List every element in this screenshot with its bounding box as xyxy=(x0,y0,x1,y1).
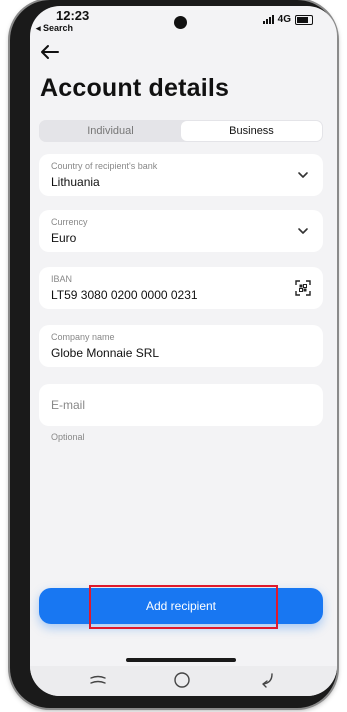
currency-value: Euro xyxy=(51,231,77,245)
back-to-search-link[interactable]: ◂ Search xyxy=(36,23,73,34)
email-placeholder: E-mail xyxy=(51,398,86,412)
tab-business[interactable]: Business xyxy=(181,121,322,141)
back-icon[interactable] xyxy=(258,671,278,689)
country-value: Lithuania xyxy=(51,175,100,189)
page-title: Account details xyxy=(40,74,230,102)
company-name-label: Company name xyxy=(51,332,115,342)
status-indicators: 4G xyxy=(262,14,313,25)
phone-frame: 12:23 ◂ Search 4G Account details Indivi… xyxy=(10,0,337,708)
currency-label: Currency xyxy=(51,217,88,227)
email-hint: Optional xyxy=(51,432,85,442)
home-indicator xyxy=(126,658,236,662)
system-nav-bar xyxy=(30,666,337,696)
status-time: 12:23 xyxy=(56,8,90,23)
network-type: 4G xyxy=(277,14,291,25)
company-name-value: Globe Monnaie SRL xyxy=(51,346,160,360)
home-icon[interactable] xyxy=(172,671,192,689)
signal-icon xyxy=(262,15,274,24)
highlight-box xyxy=(89,585,278,629)
chevron-down-icon xyxy=(298,228,308,234)
arrow-left-icon[interactable] xyxy=(40,44,60,60)
country-select[interactable]: Country of recipient's bank Lithuania xyxy=(39,154,323,196)
currency-select[interactable]: Currency Euro xyxy=(39,210,323,252)
company-name-field[interactable]: Company name Globe Monnaie SRL xyxy=(39,325,323,367)
country-label: Country of recipient's bank xyxy=(51,161,158,171)
screen: 12:23 ◂ Search 4G Account details Indivi… xyxy=(30,6,337,696)
tab-individual[interactable]: Individual xyxy=(40,121,181,141)
iban-field[interactable]: IBAN LT59 3080 0200 0000 0231 xyxy=(39,267,323,309)
qr-scan-icon[interactable] xyxy=(295,280,311,296)
recent-apps-icon[interactable] xyxy=(88,671,108,689)
recipient-type-toggle: Individual Business xyxy=(39,120,323,142)
battery-icon xyxy=(295,14,313,25)
iban-label: IBAN xyxy=(51,274,73,284)
iban-value: LT59 3080 0200 0000 0231 xyxy=(51,288,198,302)
chevron-down-icon xyxy=(298,172,308,178)
email-field[interactable]: E-mail xyxy=(39,384,323,426)
status-bar: 12:23 ◂ Search 4G xyxy=(30,6,337,36)
front-camera xyxy=(174,16,187,29)
